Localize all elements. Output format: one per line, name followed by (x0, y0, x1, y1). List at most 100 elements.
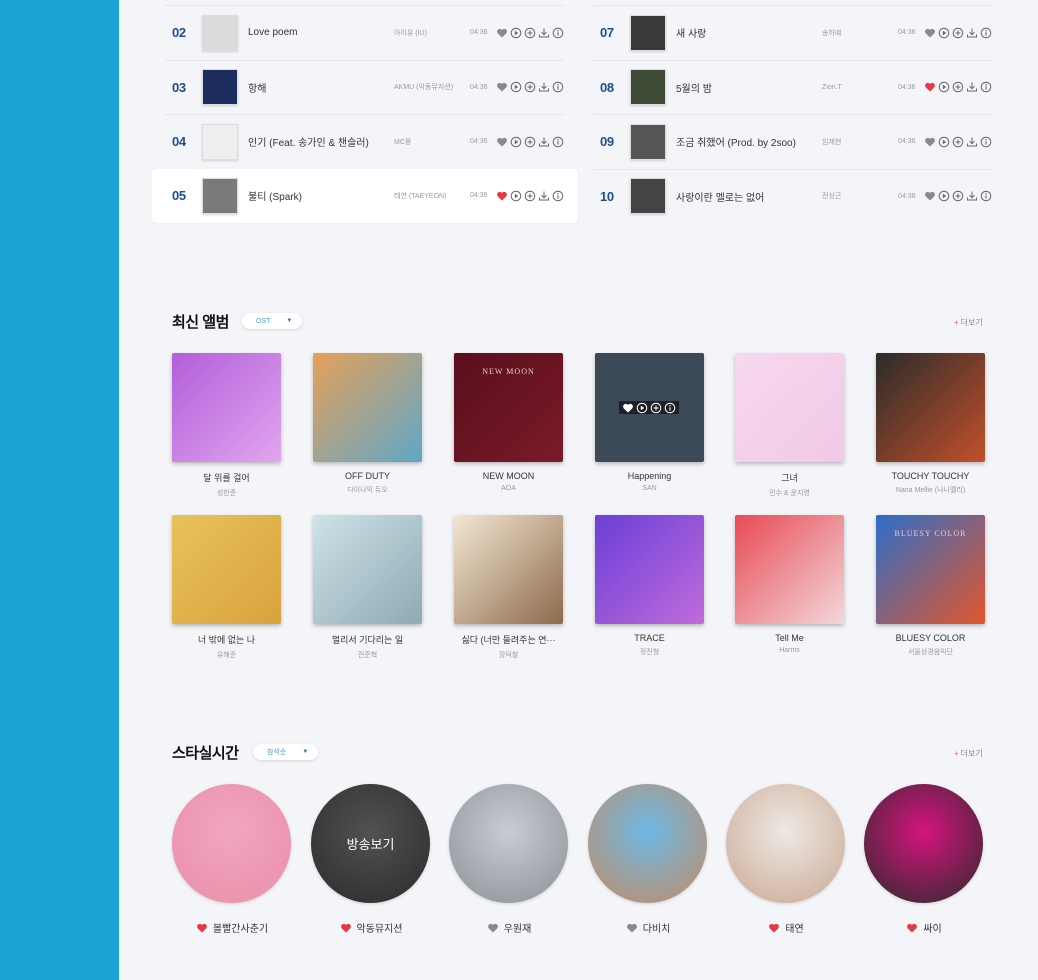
chart-row[interactable]: 04 인기 (Feat. 송가인 & 챈슬러) MC몽 04:36 (165, 114, 565, 169)
heart-icon[interactable] (768, 922, 780, 934)
album-cover[interactable] (735, 353, 844, 462)
album-artist[interactable]: 유해준 (172, 650, 281, 660)
album-card[interactable]: 그녀 민수 & 윤지영 (735, 353, 844, 498)
star-card[interactable]: 태연 (726, 784, 846, 935)
album-artist[interactable]: 전준혁 (313, 650, 422, 660)
chart-row[interactable]: 03 항해 AKMU (악동뮤지션) 04:36 (165, 59, 565, 115)
info-icon[interactable] (980, 81, 992, 93)
album-card[interactable]: 싫다 (너만 들려주는 연··· 장덕철 (454, 515, 563, 660)
star-photo[interactable] (588, 784, 707, 903)
album-card[interactable]: BLUESY COLOR BLUESY COLOR 서울상경음익단 (876, 515, 985, 657)
track-artist[interactable]: Zion.T (822, 84, 898, 91)
album-title[interactable]: TRACE (595, 633, 704, 643)
download-icon[interactable] (538, 190, 550, 202)
add-to-playlist-icon[interactable] (952, 190, 964, 202)
album-title[interactable]: BLUESY COLOR (876, 633, 985, 643)
star-card[interactable]: 볼빨간사춘기 (172, 784, 292, 935)
play-icon[interactable] (510, 190, 522, 202)
album-title[interactable]: 멀리서 기다리는 일 (313, 633, 422, 646)
info-icon[interactable] (664, 402, 676, 414)
star-card[interactable]: 방송보기 악동뮤지션 (311, 784, 431, 935)
track-title[interactable]: 인기 (Feat. 송가인 & 챈슬러) (248, 134, 394, 149)
star-name[interactable]: 악동뮤지션 (357, 920, 403, 935)
album-artist[interactable]: 장덕철 (454, 650, 563, 660)
album-cover[interactable] (172, 353, 281, 462)
album-title[interactable]: Tell Me (735, 633, 844, 643)
album-artist[interactable]: 다이나믹 듀오 (313, 485, 422, 495)
star-photo[interactable] (172, 784, 291, 903)
play-icon[interactable] (938, 190, 950, 202)
album-title[interactable]: 너 밖에 없는 나 (172, 633, 281, 646)
heart-icon[interactable] (496, 81, 508, 93)
star-name[interactable]: 볼빨간사춘기 (213, 920, 268, 935)
album-card[interactable]: 멀리서 기다리는 일 전준혁 (313, 515, 422, 660)
track-thumbnail[interactable] (202, 14, 238, 51)
album-artist[interactable]: 민수 & 윤지영 (735, 488, 844, 498)
track-artist[interactable]: 임재현 (822, 137, 898, 147)
play-icon[interactable] (510, 136, 522, 148)
broadcast-label[interactable]: 방송보기 (311, 784, 430, 903)
album-artist[interactable]: 성한준 (172, 488, 281, 498)
stars-more-link[interactable]: + 더보기 (954, 748, 983, 759)
heart-icon[interactable] (196, 922, 208, 934)
track-thumbnail[interactable] (202, 177, 238, 214)
add-to-playlist-icon[interactable] (524, 81, 536, 93)
star-card[interactable]: 우원재 (449, 784, 569, 935)
album-cover[interactable] (876, 353, 985, 462)
track-thumbnail[interactable] (202, 69, 238, 106)
star-name[interactable]: 태연 (785, 920, 803, 935)
album-title[interactable]: OFF DUTY (313, 471, 422, 481)
star-photo[interactable] (449, 784, 568, 903)
star-photo[interactable] (726, 784, 845, 903)
album-card[interactable]: 너 밖에 없는 나 유해준 (172, 515, 281, 660)
track-artist[interactable]: 송하예 (822, 28, 898, 38)
add-to-playlist-icon[interactable] (952, 136, 964, 148)
play-icon[interactable] (938, 81, 950, 93)
heart-icon[interactable] (487, 922, 499, 934)
heart-icon[interactable] (622, 402, 634, 414)
add-to-playlist-icon[interactable] (952, 81, 964, 93)
info-icon[interactable] (552, 81, 564, 93)
chart-row[interactable]: 10 사랑이란 멜로는 없어 전상근 04:36 (593, 168, 993, 224)
download-icon[interactable] (966, 81, 978, 93)
album-cover[interactable] (454, 515, 563, 624)
album-title[interactable]: NEW MOON (454, 471, 563, 481)
chart-row[interactable]: 09 조금 취했어 (Prod. by 2soo) 임재현 04:36 (593, 114, 993, 169)
track-thumbnail[interactable] (630, 14, 666, 51)
chart-row[interactable]: 07 새 사랑 송하예 04:36 (593, 5, 993, 60)
album-cover[interactable] (595, 515, 704, 624)
album-card[interactable]: TOUCHY TOUCHY Nana Mellie (나나멜리) (876, 353, 985, 495)
add-to-playlist-icon[interactable] (524, 27, 536, 39)
track-title[interactable]: 항해 (248, 80, 394, 95)
heart-icon[interactable] (924, 27, 936, 39)
star-card[interactable]: 다비치 (588, 784, 708, 935)
track-title[interactable]: 조금 취했어 (Prod. by 2soo) (676, 134, 822, 149)
track-title[interactable]: 불티 (Spark) (248, 188, 394, 203)
album-cover[interactable] (313, 515, 422, 624)
star-card[interactable]: 싸이 (864, 784, 984, 935)
stars-filter-dropdown[interactable]: 참석순 ▼ (253, 744, 319, 760)
star-name[interactable]: 우원재 (504, 920, 532, 935)
star-name[interactable]: 다비치 (643, 920, 671, 935)
play-icon[interactable] (510, 27, 522, 39)
heart-icon[interactable] (496, 136, 508, 148)
play-icon[interactable] (938, 27, 950, 39)
play-icon[interactable] (636, 402, 648, 414)
download-icon[interactable] (538, 27, 550, 39)
heart-icon[interactable] (340, 922, 352, 934)
album-artist[interactable]: SAN (595, 485, 704, 492)
track-title[interactable]: 새 사랑 (676, 25, 822, 40)
chart-row[interactable]: 05 불티 (Spark) 태연 (TAEYEON) 04:36 (152, 168, 578, 223)
track-title[interactable]: Love poem (248, 27, 394, 38)
track-artist[interactable]: 아이유 (IU) (394, 28, 470, 38)
chart-row[interactable]: 08 5월의 밤 Zion.T 04:36 (593, 59, 993, 115)
add-to-playlist-icon[interactable] (524, 190, 536, 202)
album-artist[interactable]: AOA (454, 485, 563, 492)
album-cover[interactable] (172, 515, 281, 624)
track-artist[interactable]: MC몽 (394, 137, 470, 147)
info-icon[interactable] (552, 27, 564, 39)
heart-icon[interactable] (924, 81, 936, 93)
track-title[interactable]: 사랑이란 멜로는 없어 (676, 189, 822, 204)
download-icon[interactable] (966, 27, 978, 39)
add-to-playlist-icon[interactable] (952, 27, 964, 39)
